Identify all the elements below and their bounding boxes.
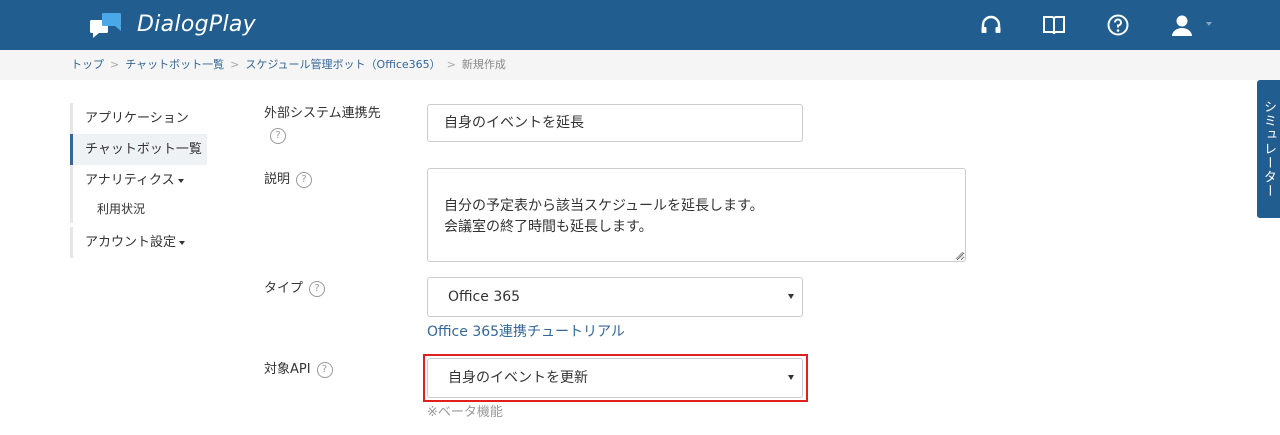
help-circle-icon[interactable] bbox=[1106, 13, 1130, 37]
external-system-label: 外部システム連携先 bbox=[264, 106, 381, 121]
brand-name: DialogPlay bbox=[137, 12, 256, 37]
caret-down-icon bbox=[179, 240, 186, 245]
nav-subitem-usage[interactable]: 利用状況 bbox=[70, 196, 207, 223]
nav-item-application[interactable]: アプリケーション bbox=[70, 103, 207, 134]
nav-item-label: アナリティクス bbox=[85, 173, 175, 188]
highlight-box bbox=[423, 354, 808, 402]
type-label: タイプ bbox=[264, 281, 304, 296]
type-label-group: タイプ? bbox=[264, 280, 326, 298]
caret-down-icon bbox=[788, 294, 794, 299]
breadcrumb-separator: > bbox=[446, 58, 456, 71]
breadcrumb-top[interactable]: トップ bbox=[71, 58, 104, 71]
external-system-label-group: 外部システム連携先 ? bbox=[264, 105, 381, 145]
user-menu-caret-icon[interactable] bbox=[1206, 22, 1212, 26]
book-icon[interactable] bbox=[1042, 13, 1066, 37]
breadcrumb-separator: > bbox=[110, 58, 120, 71]
nav-item-label: チャットボット一覧 bbox=[85, 142, 202, 157]
resize-grip-icon[interactable] bbox=[955, 251, 963, 259]
nav-item-account-settings[interactable]: アカウント設定 bbox=[70, 227, 207, 258]
breadcrumb-bot[interactable]: スケジュール管理ボット（Office365） bbox=[245, 58, 440, 71]
description-text: 自分の予定表から該当スケジュールを延長します。 会議室の終了時間も延長します。 bbox=[444, 198, 764, 235]
help-icon[interactable]: ? bbox=[296, 171, 313, 188]
headset-icon[interactable] bbox=[979, 13, 1003, 37]
description-label: 説明 bbox=[264, 172, 291, 187]
external-system-input[interactable]: 自身のイベントを延長 bbox=[427, 104, 803, 142]
breadcrumb: トップ > チャットボット一覧 > スケジュール管理ボット（Office365） > 新規作… bbox=[0, 50, 1280, 80]
nav-item-analytics[interactable]: アナリティクス bbox=[70, 165, 207, 196]
office365-tutorial-link[interactable]: Office 365連携チュートリアル bbox=[427, 322, 625, 342]
simulator-tab-label: シミュレーター bbox=[1261, 100, 1276, 198]
simulator-tab[interactable]: シミュレーター bbox=[1257, 80, 1280, 218]
help-icon[interactable]: ? bbox=[309, 280, 326, 297]
breadcrumb-current: 新規作成 bbox=[461, 58, 506, 71]
logo-icon bbox=[90, 13, 121, 38]
nav-item-label: アカウント設定 bbox=[85, 235, 177, 250]
top-header: DialogPlay bbox=[0, 0, 1280, 50]
caret-down-icon bbox=[177, 178, 184, 183]
breadcrumb-separator: > bbox=[230, 58, 240, 71]
help-icon[interactable]: ? bbox=[270, 127, 286, 144]
type-selected-value: Office 365 bbox=[448, 289, 521, 305]
target-api-label-group: 対象API? bbox=[264, 361, 333, 379]
nav-item-label: 利用状況 bbox=[97, 202, 146, 216]
help-icon[interactable]: ? bbox=[316, 361, 333, 378]
nav-item-label: アプリケーション bbox=[85, 111, 189, 126]
description-label-group: 説明? bbox=[264, 171, 313, 189]
side-nav: アプリケーション チャットボット一覧 アナリティクス 利用状況 アカウント設定 bbox=[70, 103, 230, 258]
breadcrumb-chatbot-list[interactable]: チャットボット一覧 bbox=[125, 58, 224, 71]
nav-item-chatbot-list[interactable]: チャットボット一覧 bbox=[70, 134, 207, 165]
user-icon[interactable] bbox=[1170, 13, 1194, 37]
beta-feature-note: ※ベータ機能 bbox=[427, 405, 503, 420]
type-select[interactable]: Office 365 bbox=[427, 277, 803, 317]
target-api-label: 対象API bbox=[264, 362, 311, 377]
description-textarea[interactable]: 自分の予定表から該当スケジュールを延長します。 会議室の終了時間も延長します。 bbox=[427, 168, 966, 262]
